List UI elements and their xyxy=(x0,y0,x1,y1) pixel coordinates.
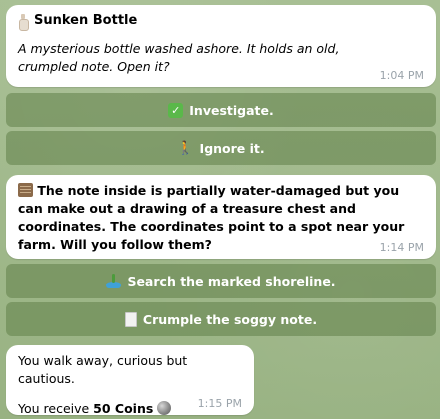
message-bubble-note: The note inside is partially water-damag… xyxy=(6,175,436,259)
crumple-note-button[interactable]: Crumple the soggy note. xyxy=(6,302,436,336)
message-title: Sunken Bottle xyxy=(34,13,138,28)
message-bubble-walk-away: You walk away, curious but cautious. You… xyxy=(6,345,254,416)
island-icon xyxy=(106,274,122,288)
investigate-label: Investigate. xyxy=(189,102,274,118)
bottle-icon xyxy=(18,13,29,31)
ignore-button[interactable]: 🚶 Ignore it. xyxy=(6,131,436,165)
crumple-note-label: Crumple the soggy note. xyxy=(142,311,318,327)
message-time: 1:04 PM xyxy=(379,69,424,82)
walking-person-icon: 🚶 xyxy=(177,140,194,156)
coin-icon xyxy=(157,401,172,415)
search-shoreline-button[interactable]: Search the marked shoreline. xyxy=(6,264,436,298)
check-icon: ✓ xyxy=(168,102,184,118)
search-shoreline-label: Search the marked shoreline. xyxy=(127,273,336,289)
message-time: 1:14 PM xyxy=(379,241,424,254)
reward-amount: 50 Coins xyxy=(93,401,154,416)
message-title-row: Sunken Bottle xyxy=(18,12,424,31)
note-text: The note inside is partially water-damag… xyxy=(18,183,405,252)
investigate-button[interactable]: ✓ Investigate. xyxy=(6,93,436,127)
ignore-label: Ignore it. xyxy=(199,140,265,156)
message-time: 1:15 PM xyxy=(197,397,242,410)
reward-prefix: You receive xyxy=(18,401,94,416)
message-bubble-sunken-bottle: Sunken Bottle A mysterious bottle washed… xyxy=(6,5,436,87)
message-text: The note inside is partially water-damag… xyxy=(18,182,424,254)
page-icon xyxy=(124,311,137,327)
message-text: A mysterious bottle washed ashore. It ho… xyxy=(18,41,340,74)
scroll-icon xyxy=(18,183,33,197)
walk-away-text: You walk away, curious but cautious. xyxy=(18,353,188,386)
